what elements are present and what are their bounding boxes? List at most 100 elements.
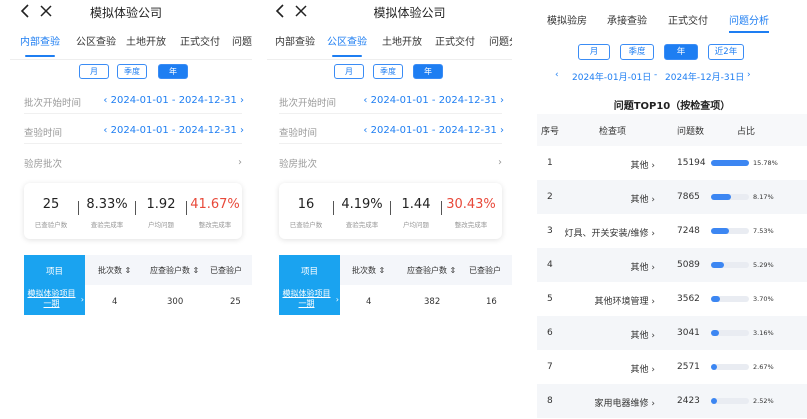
row-item[interactable]: 其他 › — [537, 158, 655, 171]
period-two-years-chip[interactable]: 近2年 — [708, 44, 744, 60]
project-column: 项目 模拟体验项目一期 › — [24, 255, 85, 315]
tab-formal-delivery[interactable]: 正式交付 — [180, 33, 220, 59]
row-share: 7.53% — [753, 227, 774, 235]
back-arrow-icon[interactable] — [273, 3, 289, 19]
tab-public-inspection[interactable]: 公区查验 — [76, 33, 116, 59]
row-item[interactable]: 其他 › — [537, 362, 655, 375]
tab-land-open[interactable]: 土地开放 — [382, 33, 422, 59]
row-share: 3.16% — [753, 329, 774, 337]
share-bar — [711, 262, 749, 268]
share-bar-fill — [711, 262, 724, 268]
share-bar-fill — [711, 398, 717, 404]
table-row: 1 其他 › 15194 15.78% — [537, 146, 807, 180]
period-year-chip[interactable]: 年 — [413, 64, 443, 79]
tab-problem-analysis[interactable]: 问题分析 — [729, 12, 769, 33]
share-bar-fill — [711, 160, 749, 166]
period-year-chip[interactable]: 年 — [158, 64, 188, 79]
header-inspected[interactable]: 已查验户 — [210, 265, 242, 276]
table-row: 2 其他 › 7865 8.17% — [537, 180, 807, 214]
stat-inspected-households: 16 已查验户数 — [289, 197, 323, 229]
chevron-right-icon: › — [238, 157, 242, 168]
period-month-chip[interactable]: 月 — [334, 64, 364, 79]
tab-takeover-inspection[interactable]: 承接查验 — [607, 12, 647, 27]
tab-problem-analysis[interactable]: 问题分 — [232, 33, 252, 59]
date-start[interactable]: 2024年-01月-01日 — [572, 70, 651, 83]
header-expected[interactable]: 应查验户数 ⇕ — [407, 265, 456, 276]
divider — [279, 143, 502, 144]
date-range-value[interactable]: ‹ 2024-01-01 - 2024-12-31 › — [103, 125, 244, 136]
problem-analysis-panel: 模拟验房 承接查验 正式交付 问题分析 月 季度 年 近2年 ‹ 2024年-0… — [537, 0, 807, 419]
header-inspected[interactable]: 已查验户 — [469, 265, 501, 276]
page-title: 模拟体验公司 — [373, 6, 446, 20]
row-item[interactable]: 其他环境管理 › — [537, 294, 655, 307]
period-month-chip[interactable]: 月 — [79, 64, 109, 79]
tab-divider — [267, 59, 512, 60]
header-expected[interactable]: 应查验户数 ⇕ — [150, 265, 199, 276]
tab-public-inspection[interactable]: 公区查验 — [327, 33, 367, 59]
divider — [24, 143, 242, 144]
row-share: 15.78% — [753, 159, 778, 167]
chevron-right-icon[interactable]: › — [747, 70, 751, 80]
filter-label: 批次开始时间 — [24, 98, 82, 109]
divider — [24, 113, 242, 114]
table-row: 6 其他 › 3041 3.16% — [537, 316, 807, 350]
row-count: 3041 — [677, 328, 700, 338]
row-item[interactable]: 其他 › — [537, 260, 655, 273]
filter-batch[interactable]: 验房批次 › — [0, 148, 252, 178]
share-bar — [711, 398, 749, 404]
tab-problem-analysis[interactable]: 问题分 — [489, 33, 512, 59]
period-quarter-chip[interactable]: 季度 — [373, 64, 403, 79]
period-quarter-chip[interactable]: 季度 — [117, 64, 147, 79]
nav-header: 模拟体验公司 — [0, 0, 252, 26]
date-range: ‹ 2024年-01月-01日 - 2024年-12月-31日 › — [537, 70, 807, 84]
tab-land-open[interactable]: 土地开放 — [126, 33, 166, 59]
date-range-value[interactable]: ‹ 2024-01-01 - 2024-12-31 › — [363, 125, 504, 136]
cell-batch-count: 4 — [366, 297, 372, 307]
project-column: 项目 模拟体验项目一期 › — [279, 255, 340, 315]
stats-card: 25 已查验户数 8.33% 查验完成率 1.92 户均问题 41.67% 整改… — [24, 183, 242, 239]
header-batch-count[interactable]: 批次数 ⇕ — [98, 265, 131, 276]
project-link[interactable]: 模拟体验项目一期 — [24, 289, 79, 309]
share-bar — [711, 296, 749, 302]
table-row: 5 其他环境管理 › 3562 3.70% — [537, 282, 807, 316]
tab-formal-delivery[interactable]: 正式交付 — [668, 12, 708, 27]
tab-internal-inspection[interactable]: 内部查验 — [275, 33, 315, 59]
row-item[interactable]: 灯具、开关安装/维修 › — [537, 226, 655, 239]
row-share: 2.52% — [753, 397, 774, 405]
chevron-left-icon[interactable]: ‹ — [555, 70, 559, 80]
cell-batch-count: 4 — [112, 297, 118, 307]
header-item: 检查项 — [599, 127, 627, 137]
header-batch-count[interactable]: 批次数 ⇕ — [352, 265, 385, 276]
period-year-chip[interactable]: 年 — [664, 44, 698, 60]
project-link[interactable]: 模拟体验项目一期 — [279, 289, 334, 309]
share-bar — [711, 364, 749, 370]
date-end[interactable]: 2024年-12月-31日 — [665, 70, 744, 83]
period-month-chip[interactable]: 月 — [578, 44, 610, 60]
tab-formal-delivery[interactable]: 正式交付 — [435, 33, 475, 59]
inspection-panel-public: 模拟体验公司 内部查验 公区查验 土地开放 正式交付 问题分 月 季度 年 批次… — [267, 0, 512, 419]
row-item[interactable]: 家用电器维修 › — [537, 396, 655, 409]
share-bar — [711, 160, 749, 166]
row-item[interactable]: 其他 › — [537, 328, 655, 341]
filter-label: 查验时间 — [279, 128, 318, 139]
row-count: 2423 — [677, 396, 700, 406]
divider — [279, 113, 502, 114]
share-bar — [711, 228, 749, 234]
tab-internal-inspection[interactable]: 内部查验 — [20, 33, 60, 59]
tab-mock-inspection[interactable]: 模拟验房 — [547, 12, 587, 27]
row-share: 3.70% — [753, 295, 774, 303]
chevron-right-icon: › — [80, 295, 84, 304]
row-share: 8.17% — [753, 193, 774, 201]
period-quarter-chip[interactable]: 季度 — [620, 44, 654, 60]
date-range-value[interactable]: ‹ 2024-01-01 - 2024-12-31 › — [363, 95, 504, 106]
date-range-value[interactable]: ‹ 2024-01-01 - 2024-12-31 › — [103, 95, 244, 106]
tab-bar: 内部查验 公区查验 土地开放 正式交付 问题分 — [0, 33, 252, 59]
row-count: 7865 — [677, 192, 700, 202]
filter-batch[interactable]: 验房批次 › — [267, 148, 512, 178]
stat-rectify-rate: 30.43% 整改完成率 — [446, 197, 496, 229]
row-item[interactable]: 其他 › — [537, 192, 655, 205]
row-count: 15194 — [677, 158, 706, 168]
stat-avg-problems: 1.92 户均问题 — [146, 197, 176, 229]
nav-header: 模拟体验公司 — [267, 0, 512, 26]
table-row: 3 灯具、开关安装/维修 › 7248 7.53% — [537, 214, 807, 248]
